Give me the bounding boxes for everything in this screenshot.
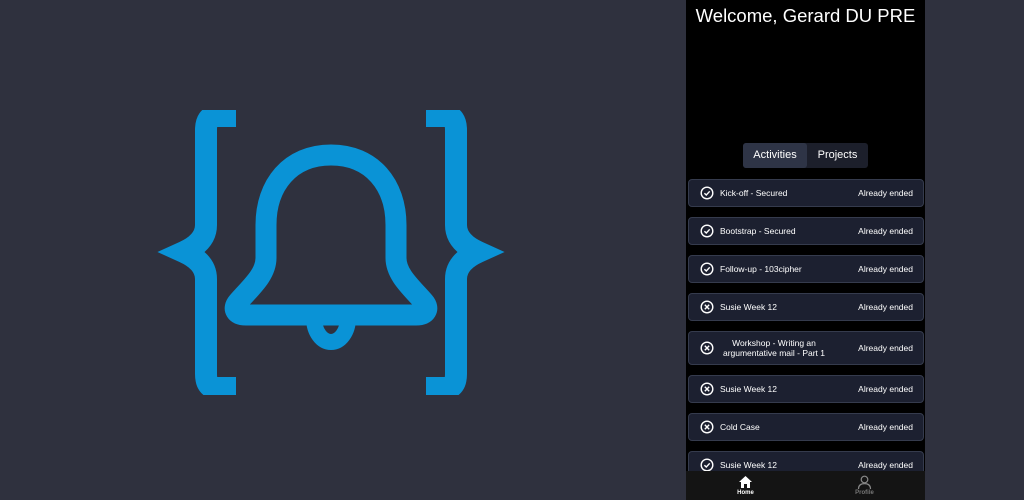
nav-profile-label: Profile	[855, 490, 874, 496]
activity-name: Follow-up - 103cipher	[720, 264, 802, 274]
x-circle-icon	[700, 420, 714, 434]
activity-item[interactable]: Susie Week 12 Already ended	[688, 375, 924, 403]
activity-name: Workshop - Writing an argumentative mail…	[722, 338, 826, 358]
x-circle-icon	[700, 341, 714, 355]
activity-name: Cold Case	[720, 422, 760, 432]
activity-name: Bootstrap - Secured	[720, 226, 796, 236]
activity-item[interactable]: Susie Week 12 Already ended	[688, 293, 924, 321]
check-circle-icon	[700, 186, 714, 200]
person-icon	[857, 475, 872, 489]
x-circle-icon	[700, 300, 714, 314]
bell-logo-icon	[157, 110, 505, 395]
tab-activities[interactable]: Activities	[743, 143, 807, 168]
tab-projects[interactable]: Projects	[807, 143, 868, 168]
activity-item[interactable]: Cold Case Already ended	[688, 413, 924, 441]
tab-switcher: Activities Projects	[743, 143, 868, 168]
check-circle-icon	[700, 262, 714, 276]
activity-status: Already ended	[858, 302, 913, 312]
mobile-app-screen: Welcome, Gerard DU PRE Activities Projec…	[686, 0, 925, 500]
activity-status: Already ended	[858, 384, 913, 394]
check-circle-icon	[700, 458, 714, 472]
nav-profile[interactable]: Profile	[805, 471, 924, 500]
activity-name: Kick-off - Secured	[720, 188, 788, 198]
activity-status: Already ended	[858, 460, 913, 470]
activity-status: Already ended	[858, 264, 913, 274]
nav-home[interactable]: Home	[686, 471, 805, 500]
activity-name: Susie Week 12	[720, 460, 778, 470]
activity-item[interactable]: Workshop - Writing an argumentative mail…	[688, 331, 924, 365]
activity-status: Already ended	[858, 226, 913, 236]
activity-status: Already ended	[858, 422, 913, 432]
activity-item[interactable]: Follow-up - 103cipher Already ended	[688, 255, 924, 283]
check-circle-icon	[700, 224, 714, 238]
activity-name: Susie Week 12	[720, 302, 778, 312]
app-logo-area	[0, 0, 686, 500]
activity-status: Already ended	[858, 188, 913, 198]
x-circle-icon	[700, 382, 714, 396]
activity-item[interactable]: Kick-off - Secured Already ended	[688, 179, 924, 207]
nav-home-label: Home	[737, 490, 754, 496]
activity-status: Already ended	[858, 343, 913, 353]
bottom-navigation: Home Profile	[686, 471, 925, 500]
activity-name: Susie Week 12	[720, 384, 778, 394]
activity-item[interactable]: Bootstrap - Secured Already ended	[688, 217, 924, 245]
welcome-title: Welcome, Gerard DU PRE	[695, 5, 916, 26]
home-icon	[739, 476, 752, 488]
